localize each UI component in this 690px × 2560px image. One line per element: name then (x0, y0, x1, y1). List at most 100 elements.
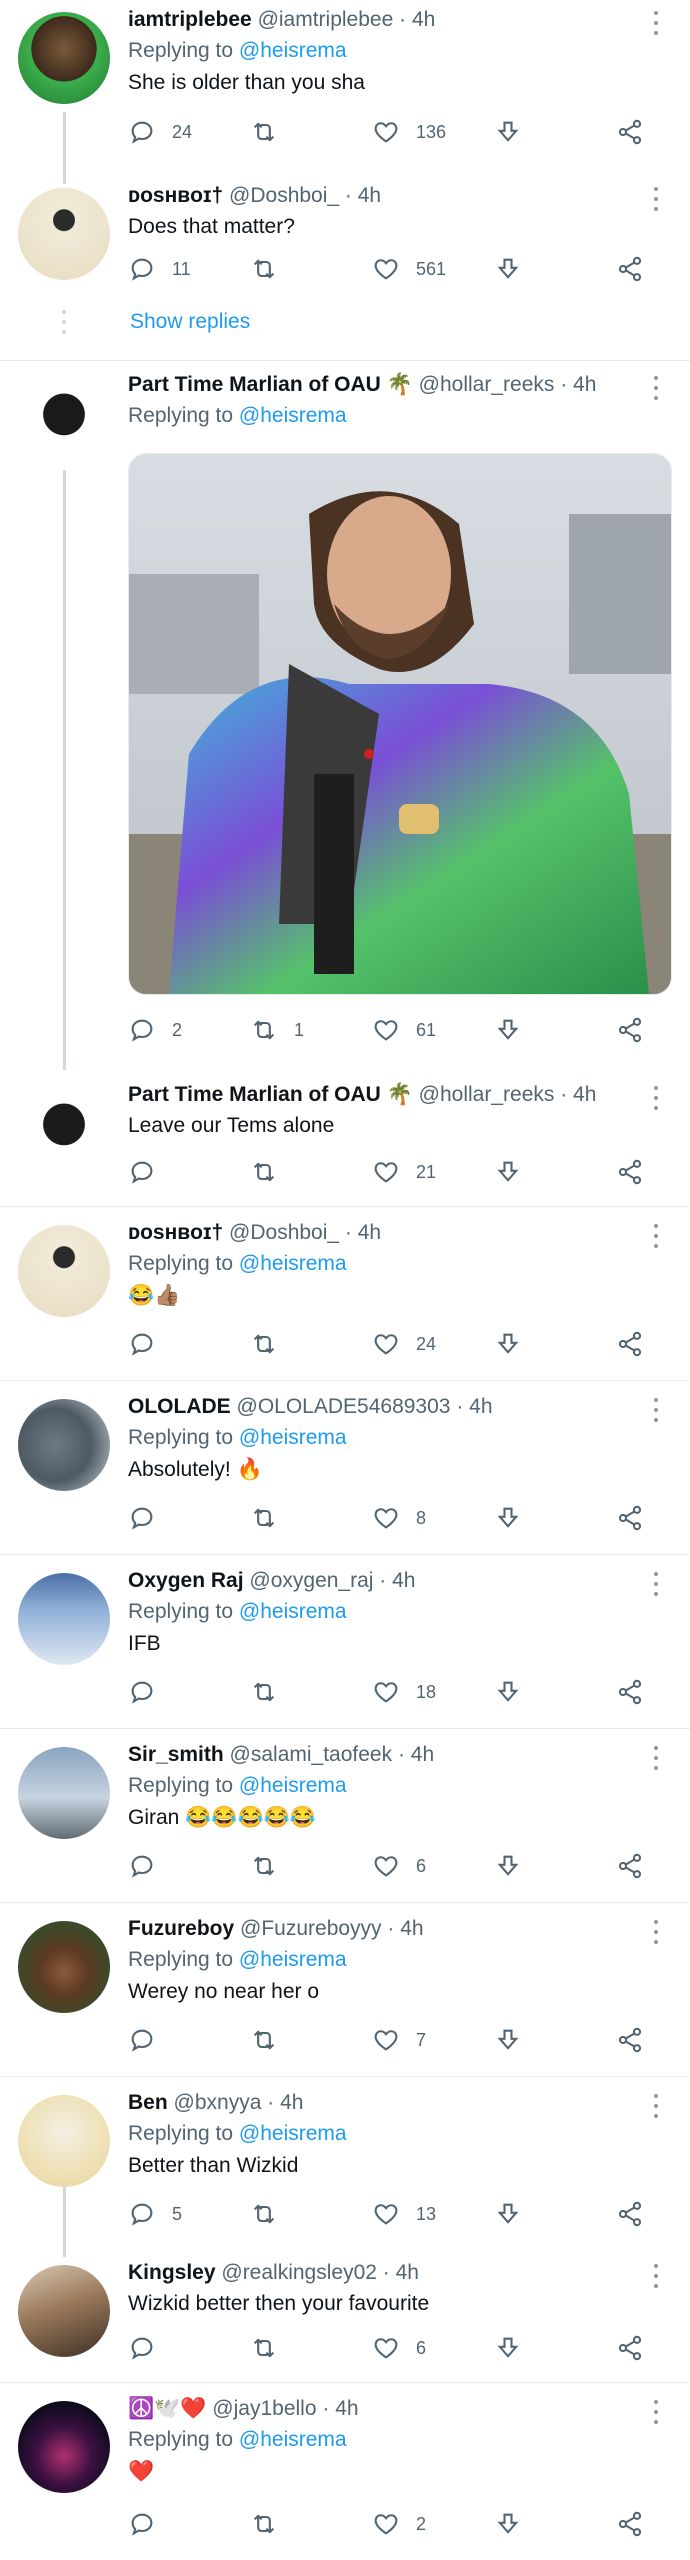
tweet[interactable]: ᴅᴏsʜʙᴏɪ† @Doshboi_ · 4h Does that matter… (0, 180, 690, 360)
retweet-button[interactable] (250, 1675, 294, 1709)
reply-button[interactable] (128, 1327, 172, 1361)
reply-button[interactable]: 5 (128, 2197, 182, 2231)
share-button[interactable] (616, 1501, 644, 1535)
timestamp[interactable]: 4h (469, 1395, 492, 1418)
like-button[interactable]: 2 (372, 2507, 426, 2541)
share-button[interactable] (616, 2331, 644, 2365)
tweet[interactable]: ᴅᴏsʜʙᴏɪ† @Doshboi_ · 4h Replying to @hei… (0, 1207, 690, 1380)
reply-button[interactable]: 11 (128, 252, 191, 286)
download-button[interactable] (494, 1013, 522, 1047)
download-button[interactable] (494, 2507, 522, 2541)
like-button[interactable]: 7 (372, 2023, 426, 2057)
retweet-button[interactable] (250, 115, 294, 149)
avatar[interactable] (18, 1747, 110, 1839)
like-button[interactable]: 6 (372, 1849, 426, 1883)
reply-button[interactable] (128, 1675, 172, 1709)
replying-to-link[interactable]: @heisrema (239, 1600, 347, 1623)
timestamp[interactable]: 4h (392, 1569, 415, 1592)
user-handle[interactable]: @Doshboi_ (229, 184, 339, 207)
more-icon[interactable] (644, 373, 668, 403)
like-button[interactable]: 6 (372, 2331, 426, 2365)
avatar[interactable] (18, 1225, 110, 1317)
timestamp[interactable]: 4h (358, 184, 381, 207)
reply-button[interactable] (128, 2331, 172, 2365)
more-icon[interactable] (644, 1083, 668, 1113)
reply-button[interactable] (128, 1849, 172, 1883)
retweet-button[interactable]: 1 (250, 1013, 304, 1047)
display-name[interactable]: OLOLADE (128, 1395, 231, 1418)
share-button[interactable] (616, 1849, 644, 1883)
timestamp[interactable]: 4h (411, 1743, 434, 1766)
tweet[interactable]: ☮️🕊️❤️ @jay1bello · 4h Replying to @heis… (0, 2383, 690, 2560)
user-handle[interactable]: @OLOLADE54689303 (237, 1395, 451, 1418)
user-handle[interactable]: @jay1bello (212, 2397, 316, 2420)
reply-button[interactable] (128, 1501, 172, 1535)
replying-to-link[interactable]: @heisrema (239, 2428, 347, 2451)
download-button[interactable] (494, 1501, 522, 1535)
more-icon[interactable] (644, 1221, 668, 1251)
display-name[interactable]: Kingsley (128, 2261, 216, 2284)
share-button[interactable] (616, 1013, 644, 1047)
download-button[interactable] (494, 1675, 522, 1709)
more-icon[interactable] (644, 2397, 668, 2427)
download-button[interactable] (494, 2331, 522, 2365)
download-button[interactable] (494, 1327, 522, 1361)
retweet-button[interactable] (250, 1155, 294, 1189)
user-handle[interactable]: @iamtriplebee (258, 8, 394, 31)
like-button[interactable]: 18 (372, 1675, 436, 1709)
avatar[interactable] (18, 2095, 110, 2187)
replying-to-link[interactable]: @heisrema (239, 1252, 347, 1275)
timestamp[interactable]: 4h (280, 2091, 303, 2114)
timestamp[interactable]: 4h (335, 2397, 358, 2420)
tweet[interactable]: Part Time Marlian of OAU 🌴 @hollar_reeks… (0, 1071, 690, 1206)
user-handle[interactable]: @hollar_reeks (419, 1083, 555, 1106)
show-replies-link[interactable]: Show replies (130, 310, 250, 334)
timestamp[interactable]: 4h (358, 1221, 381, 1244)
replying-to-link[interactable]: @heisrema (239, 1426, 347, 1449)
download-button[interactable] (494, 115, 522, 149)
replying-to-link[interactable]: @heisrema (239, 404, 347, 427)
user-handle[interactable]: @hollar_reeks (419, 373, 555, 396)
download-button[interactable] (494, 1155, 522, 1189)
share-button[interactable] (616, 2507, 644, 2541)
replying-to-link[interactable]: @heisrema (239, 2122, 347, 2145)
download-button[interactable] (494, 1849, 522, 1883)
user-handle[interactable]: @salami_taofeek (230, 1743, 393, 1766)
reply-button[interactable] (128, 2023, 172, 2057)
retweet-button[interactable] (250, 2331, 294, 2365)
tweet[interactable]: OLOLADE @OLOLADE54689303 · 4h Replying t… (0, 1381, 690, 1554)
avatar[interactable] (18, 1921, 110, 2013)
replying-to-link[interactable]: @heisrema (239, 1948, 347, 1971)
display-name[interactable]: Oxygen Raj (128, 1569, 244, 1592)
share-button[interactable] (616, 1675, 644, 1709)
like-button[interactable]: 61 (372, 1013, 436, 1047)
avatar[interactable] (18, 188, 110, 280)
tweet[interactable]: Ben @bxnyya · 4h Replying to @heisrema B… (0, 2077, 690, 2257)
reply-button[interactable] (128, 2507, 172, 2541)
user-handle[interactable]: @bxnyya (174, 2091, 262, 2114)
retweet-button[interactable] (250, 2023, 294, 2057)
tweet[interactable]: Part Time Marlian of OAU 🌴 @hollar_reeks… (0, 361, 690, 1071)
timestamp[interactable]: 4h (573, 1083, 596, 1106)
avatar[interactable] (18, 2401, 110, 2493)
like-button[interactable]: 21 (372, 1155, 436, 1189)
display-name[interactable]: iamtriplebee (128, 8, 252, 31)
retweet-button[interactable] (250, 2197, 294, 2231)
timestamp[interactable]: 4h (396, 2261, 419, 2284)
more-icon[interactable] (644, 1395, 668, 1425)
timestamp[interactable]: 4h (400, 1917, 423, 1940)
retweet-button[interactable] (250, 2507, 294, 2541)
avatar[interactable] (18, 12, 110, 104)
display-name[interactable]: ᴅᴏsʜʙᴏɪ† (128, 1221, 223, 1244)
retweet-button[interactable] (250, 252, 294, 286)
display-name[interactable]: Ben (128, 2091, 168, 2114)
reply-button[interactable]: 24 (128, 115, 192, 149)
more-icon[interactable] (644, 1569, 668, 1599)
display-name[interactable]: Part Time Marlian of OAU 🌴 (128, 373, 413, 396)
download-button[interactable] (494, 2197, 522, 2231)
share-button[interactable] (616, 115, 644, 149)
share-button[interactable] (616, 2023, 644, 2057)
replying-to-link[interactable]: @heisrema (239, 39, 347, 62)
more-icon[interactable] (644, 1743, 668, 1773)
display-name[interactable]: Fuzureboy (128, 1917, 234, 1940)
